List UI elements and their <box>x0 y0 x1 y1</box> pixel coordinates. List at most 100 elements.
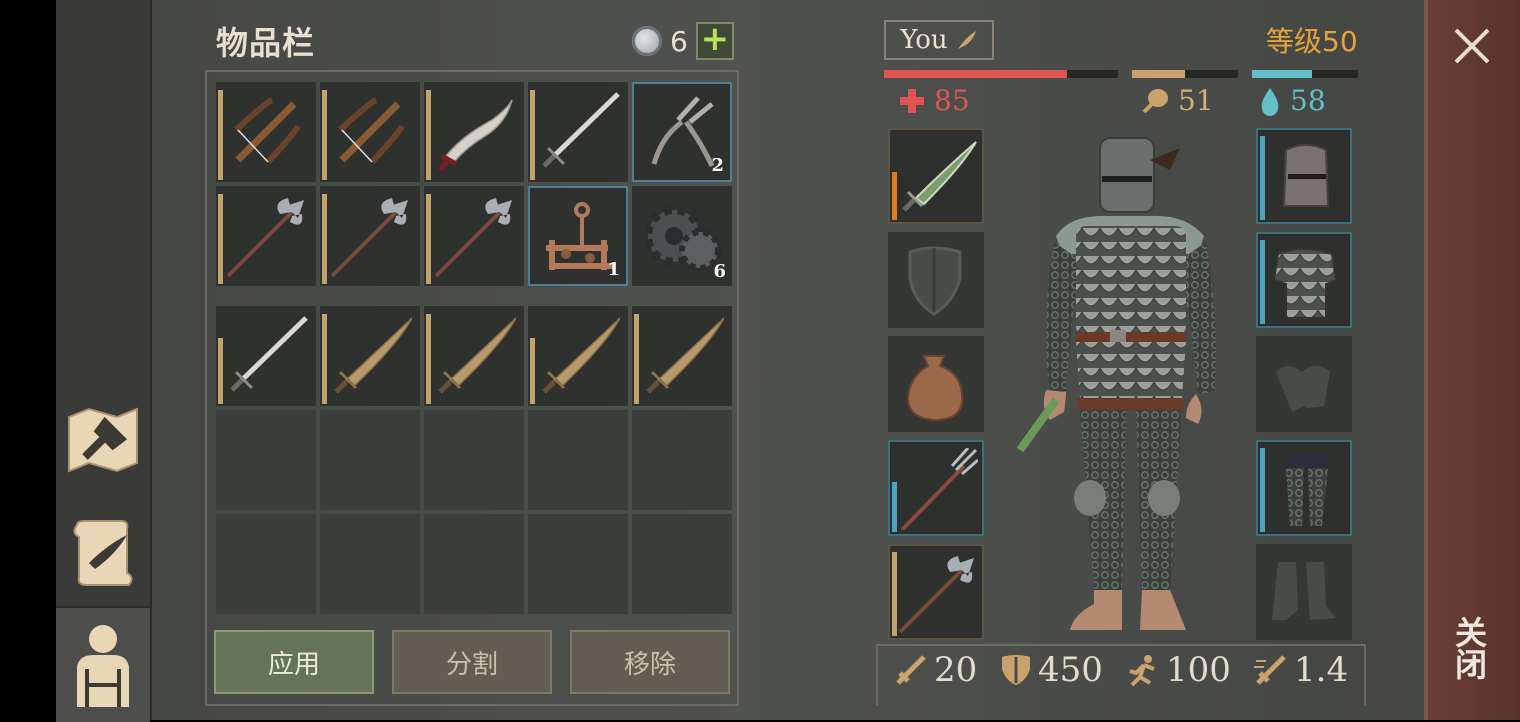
water-stat: 58 <box>1258 84 1326 117</box>
durability-bar <box>426 194 431 284</box>
armor-value: 450 <box>1038 650 1103 690</box>
inventory-slot[interactable] <box>528 82 628 182</box>
character-model <box>1016 137 1216 630</box>
empty-slot[interactable] <box>424 410 524 510</box>
equip-slot-hands[interactable] <box>1256 336 1352 432</box>
equip-slot-secondary[interactable] <box>888 544 984 640</box>
empty-slot[interactable] <box>632 410 732 510</box>
longsword-icon <box>542 92 620 168</box>
halberd-icon <box>226 198 304 278</box>
add-currency-button[interactable]: + <box>695 22 734 60</box>
inventory-slot[interactable]: 1 <box>528 186 628 286</box>
inventory-slot[interactable] <box>632 306 732 406</box>
health-cross-icon <box>900 88 924 113</box>
shield-slot-icon <box>908 246 962 316</box>
inventory-slot[interactable] <box>424 186 524 286</box>
equip-slot-chest[interactable] <box>1256 232 1352 328</box>
inventory-slot[interactable] <box>528 306 628 406</box>
tab-journal[interactable] <box>56 500 150 604</box>
inventory-slot[interactable] <box>424 306 524 406</box>
food-meter <box>1132 70 1238 78</box>
inventory-slot[interactable]: 2 <box>632 82 732 182</box>
inventory-slot[interactable] <box>320 186 420 286</box>
poisoned-dagger-icon <box>902 141 977 212</box>
empty-slot[interactable] <box>320 514 420 614</box>
split-button[interactable]: 分割 <box>392 630 552 694</box>
close-label[interactable]: 关闭 <box>1450 616 1492 680</box>
bronze-sword-icon <box>646 317 724 394</box>
durability-bar <box>634 314 639 404</box>
empty-slot[interactable] <box>632 514 732 614</box>
gloves-slot-icon <box>1276 366 1330 412</box>
apply-button[interactable]: 应用 <box>214 630 374 694</box>
attack-speed-stat: 1.4 <box>1252 650 1348 690</box>
inventory-title: 物品栏 <box>216 24 316 62</box>
inventory-slot[interactable] <box>216 306 316 406</box>
crafting-map-icon <box>68 407 138 473</box>
speed-stat: 100 <box>1126 650 1231 690</box>
empty-slot[interactable] <box>528 410 628 510</box>
food-value: 51 <box>1178 84 1214 117</box>
equip-slot-feet[interactable] <box>1256 544 1352 640</box>
gear-icon <box>644 206 721 271</box>
empty-slot[interactable] <box>216 410 316 510</box>
empty-slot[interactable] <box>320 410 420 510</box>
character-name-box[interactable]: You <box>884 20 994 60</box>
water-meter-fill <box>1252 70 1313 78</box>
durability-bar <box>218 338 223 404</box>
attack-speed-value: 1.4 <box>1294 650 1349 690</box>
screen-edge <box>0 0 56 720</box>
empty-slot[interactable] <box>216 514 316 614</box>
item-count: 2 <box>711 155 724 176</box>
durability-bar <box>530 338 535 404</box>
close-icon[interactable] <box>1450 24 1494 68</box>
armor-stat: 450 <box>1000 650 1103 690</box>
durability-bar <box>426 314 431 404</box>
water-meter <box>1252 70 1358 78</box>
side-tab-bar <box>56 0 152 722</box>
health-value: 85 <box>934 84 970 117</box>
remove-button[interactable]: 移除 <box>570 630 730 694</box>
inventory-slot[interactable] <box>216 186 316 286</box>
equip-slot-head[interactable] <box>1256 128 1352 224</box>
inventory-slot[interactable] <box>216 82 316 182</box>
boots-slot-icon <box>1272 562 1336 620</box>
pitchfork-icon <box>900 448 978 530</box>
equip-slot-shield[interactable] <box>888 232 984 328</box>
durability-bar <box>322 314 327 404</box>
durability-bar <box>322 90 327 180</box>
great-helm-icon <box>1282 144 1330 207</box>
equip-slot-legs[interactable] <box>1256 440 1352 536</box>
inventory-slot[interactable]: 6 <box>632 186 732 286</box>
equip-slot-tool[interactable] <box>888 440 984 536</box>
food-stat: 51 <box>1140 84 1214 117</box>
inventory-slot[interactable] <box>320 306 420 406</box>
attack-value: 20 <box>934 650 978 690</box>
food-meter-fill <box>1132 70 1185 78</box>
empty-slot[interactable] <box>528 514 628 614</box>
durability-bar <box>322 194 327 284</box>
equip-slot-weapon[interactable] <box>888 128 984 224</box>
shield-armor-icon <box>1002 655 1030 685</box>
scale-armor-icon <box>1272 248 1338 319</box>
sword-attack-icon <box>896 655 926 685</box>
equip-slot-bag[interactable] <box>888 336 984 432</box>
close-panel[interactable] <box>1424 0 1520 720</box>
running-man-icon <box>1129 655 1155 687</box>
halberd-icon <box>434 198 512 278</box>
water-drop-icon <box>1261 87 1279 116</box>
crossbow-icon <box>233 97 301 165</box>
inventory-slot[interactable] <box>424 82 524 182</box>
tab-inventory[interactable] <box>56 606 150 722</box>
bronze-sword-icon <box>542 317 620 394</box>
crossbow-icon <box>337 97 405 165</box>
tab-crafting[interactable] <box>56 388 150 492</box>
currency-display: 6 + <box>632 22 734 60</box>
durability-bar <box>218 90 223 180</box>
inventory-slot[interactable] <box>320 82 420 182</box>
bronze-sword-icon <box>334 317 412 394</box>
character-name: You <box>900 25 948 55</box>
empty-slot[interactable] <box>424 514 524 614</box>
level-label: 等级50 <box>1266 25 1358 58</box>
item-count: 6 <box>713 261 726 282</box>
